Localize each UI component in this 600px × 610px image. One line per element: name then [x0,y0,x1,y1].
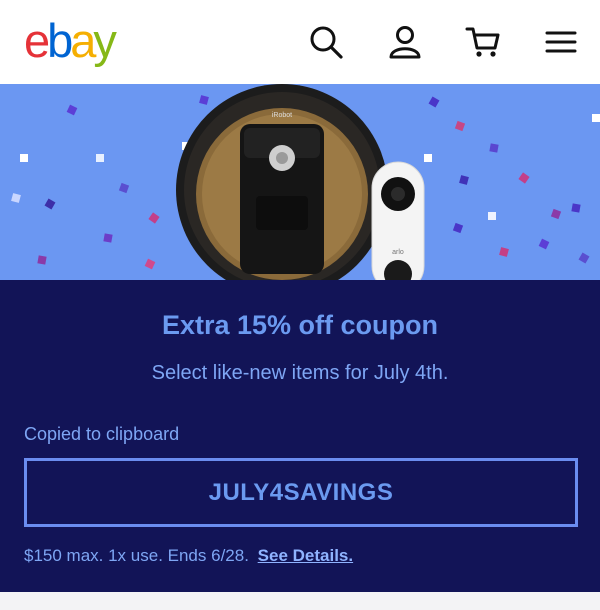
vacuum-brand-label: iRobot [272,112,292,119]
coupon-subtitle: Select like-new items for July 4th. [151,362,449,384]
copied-confirmation: Copied to clipboard [24,424,180,444]
coupon-terms: $150 max. 1x use. Ends 6/28. See Details… [24,546,353,566]
video-doorbell-image: arlo [371,161,425,280]
logo-letter: a [70,14,96,67]
logo-letter: y [93,14,116,67]
search-button[interactable] [306,22,346,62]
doorbell-brand-label: arlo [392,249,404,256]
coupon-code-button[interactable]: JULY4SAVINGS [24,458,578,527]
robot-vacuum-image: iRobot [176,84,388,280]
account-icon [389,26,421,59]
search-icon [310,26,343,59]
cart-button[interactable] [463,22,503,62]
cart-icon [465,27,500,57]
promo-banner[interactable]: iRobot arlo [0,84,600,280]
page-divider [0,592,600,610]
coupon-title: Extra 15% off coupon [161,310,439,340]
see-details-link[interactable]: See Details. [258,546,353,565]
site-header: ebay [0,0,600,84]
ebay-logo[interactable]: ebay [24,14,117,68]
coupon-terms-text: $150 max. 1x use. Ends 6/28. [24,546,249,565]
coupon-code: JULY4SAVINGS [208,478,394,506]
logo-letter: b [47,14,73,67]
banner-artwork: iRobot arlo [176,84,425,280]
logo-letter: e [24,14,50,67]
menu-icon [545,31,577,53]
coupon-panel: Extra 15% off coupon Select like-new ite… [0,280,600,592]
account-button[interactable] [385,22,425,62]
menu-button[interactable] [541,22,581,62]
